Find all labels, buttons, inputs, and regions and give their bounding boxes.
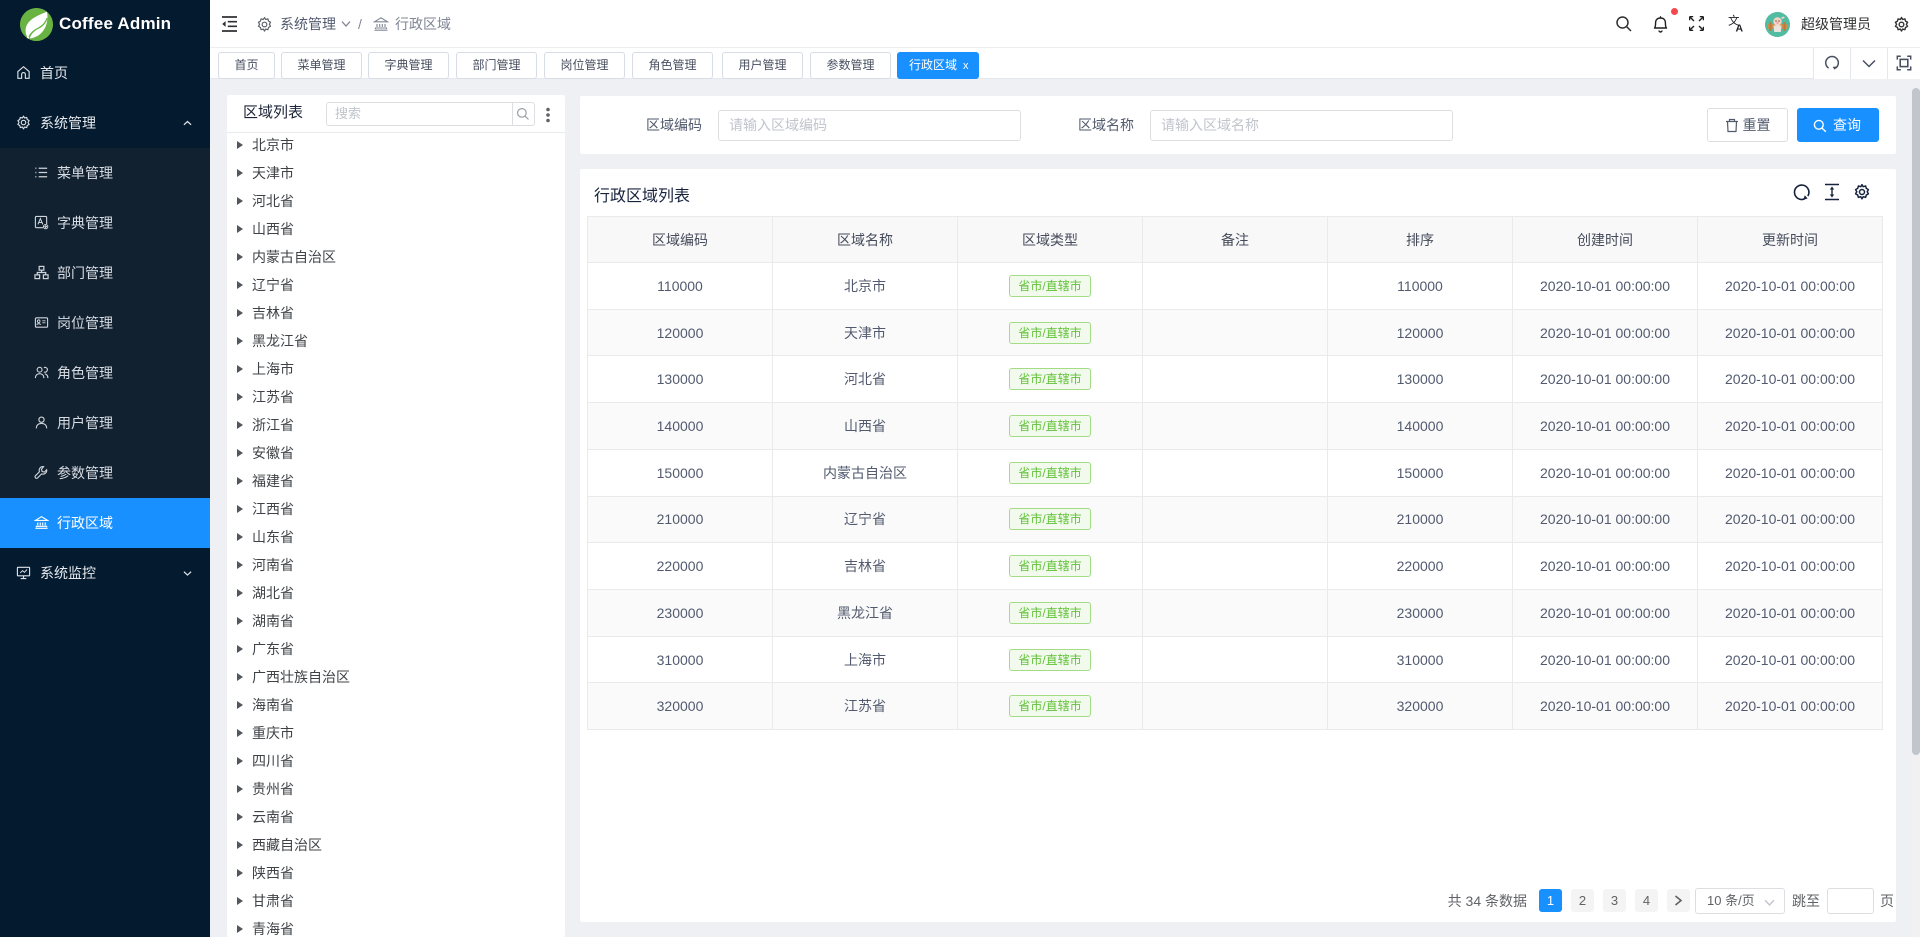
svg-text:A: A: [1736, 23, 1744, 33]
